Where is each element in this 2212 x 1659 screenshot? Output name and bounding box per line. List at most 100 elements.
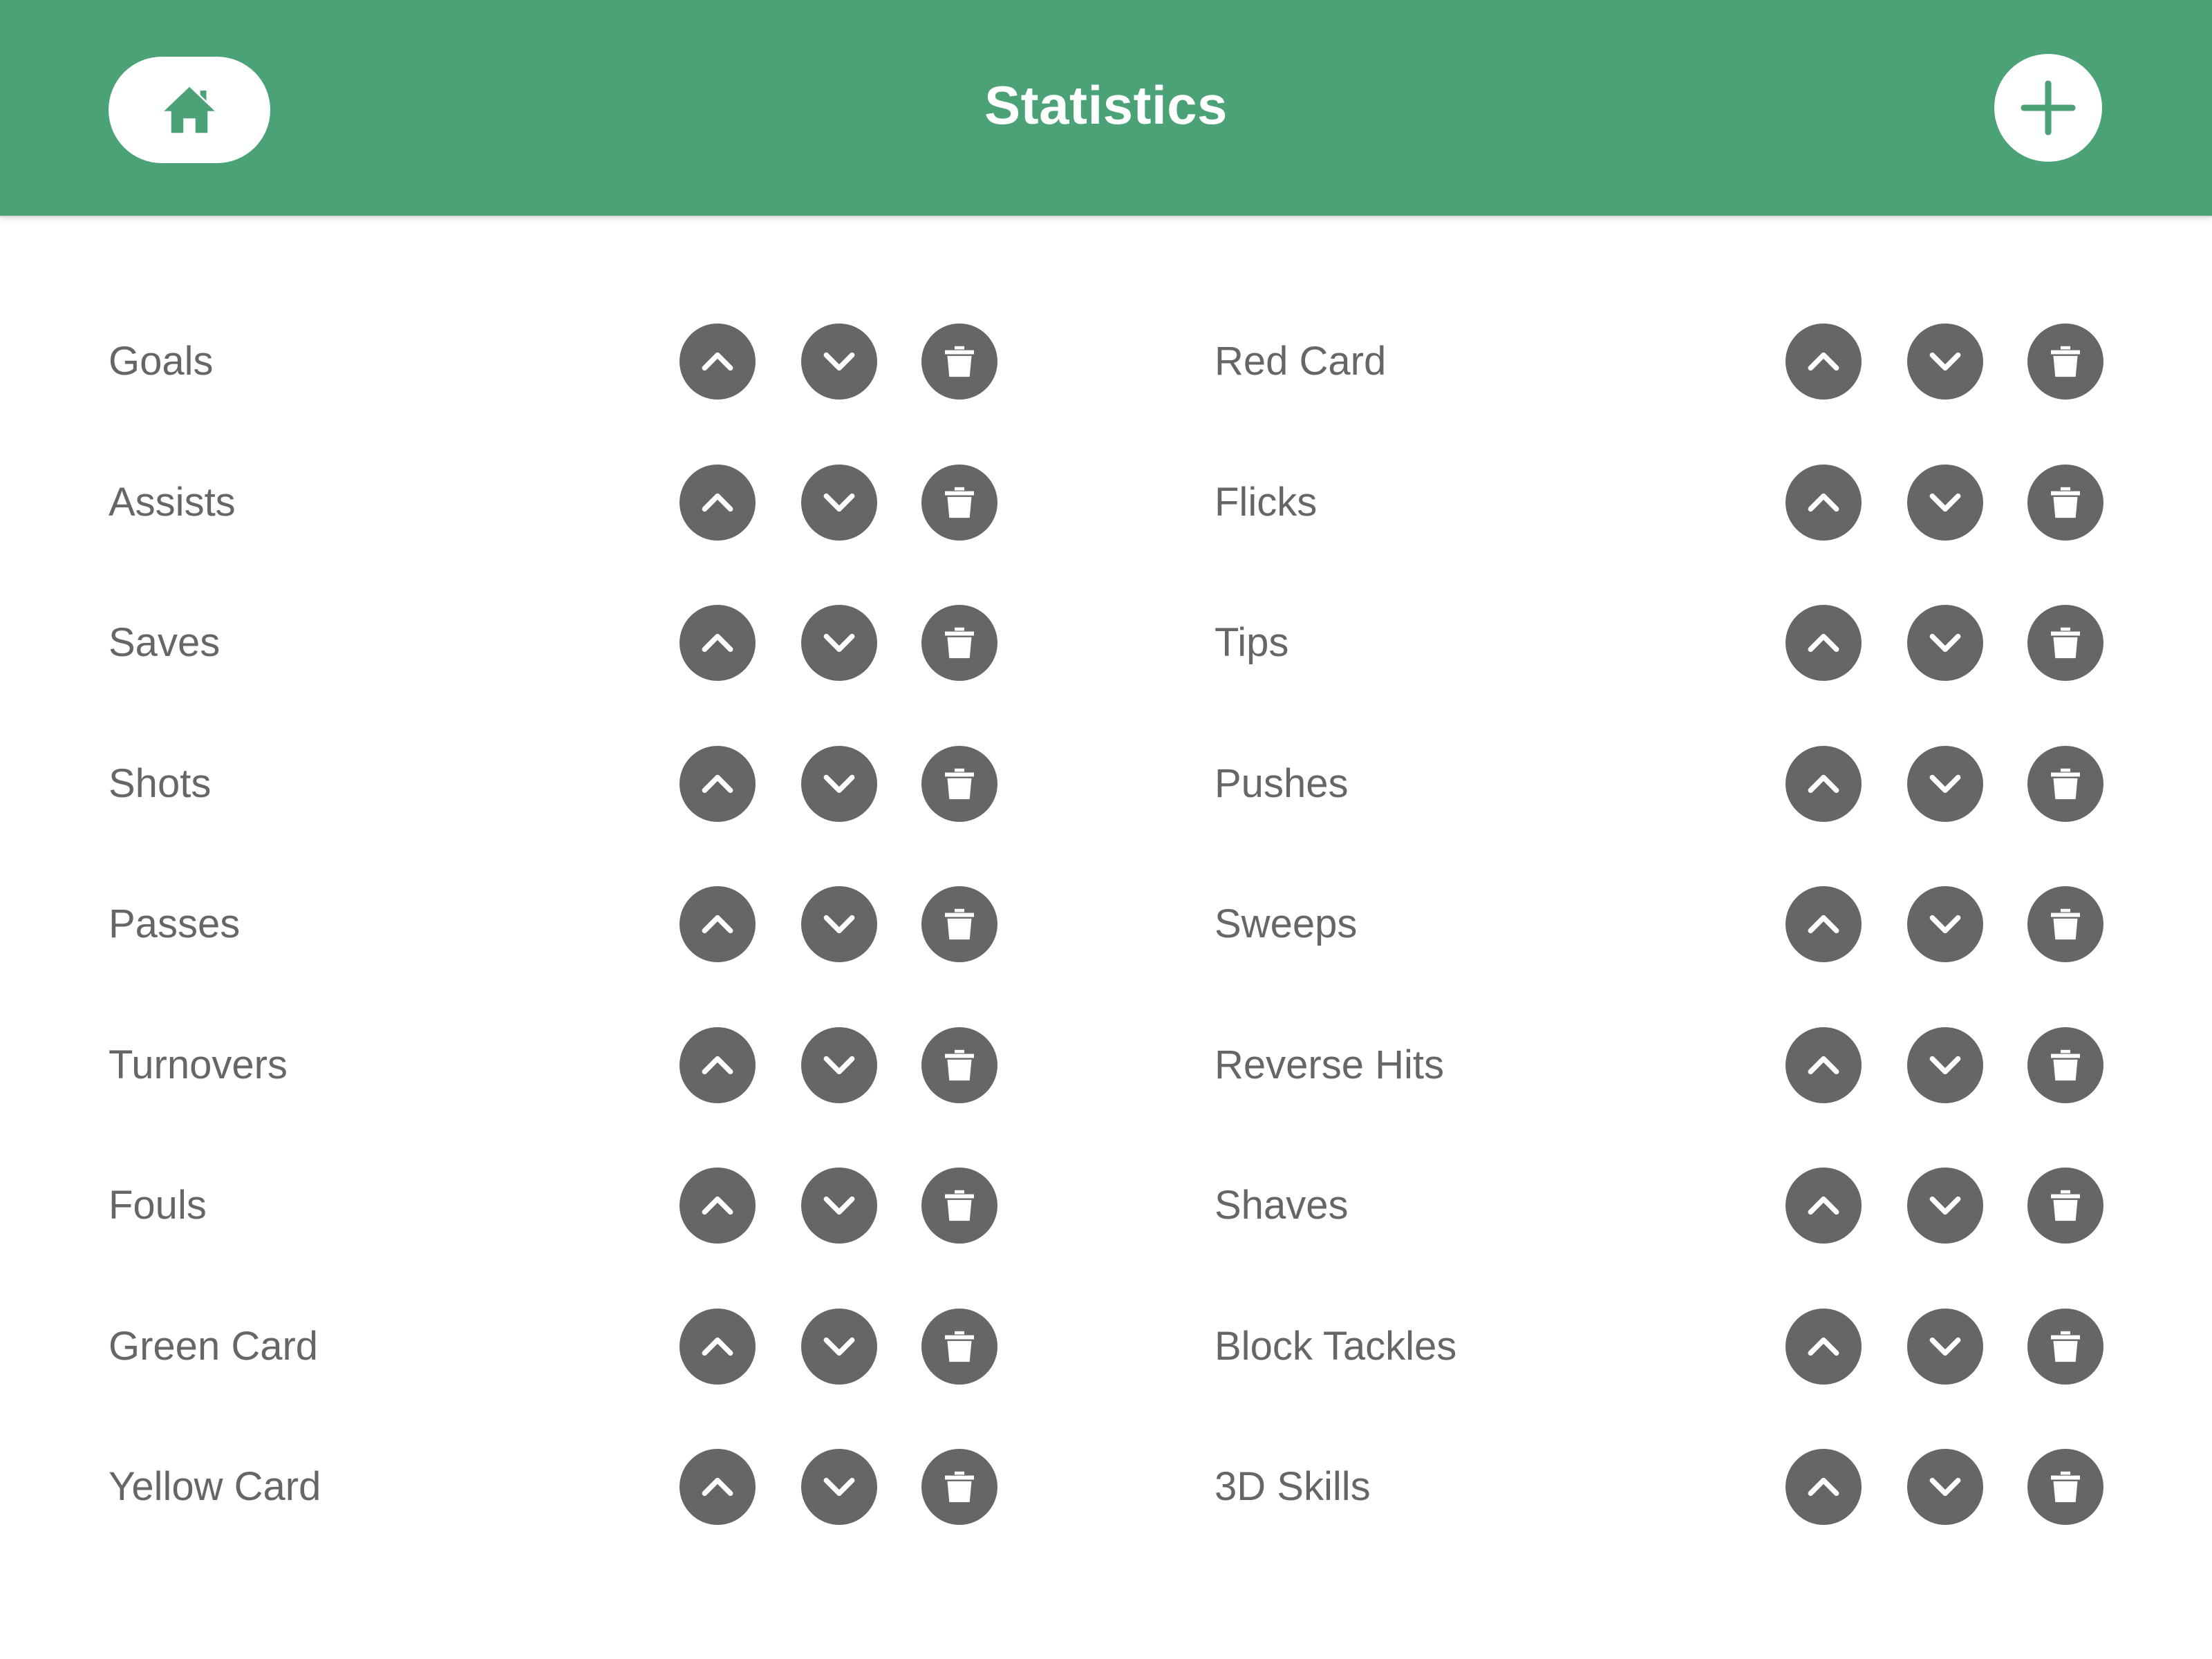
move-down-button[interactable] <box>801 1027 877 1103</box>
delete-button[interactable] <box>921 464 997 541</box>
chevron-up-icon <box>702 493 733 512</box>
delete-button[interactable] <box>921 1168 997 1244</box>
move-down-button[interactable] <box>1907 886 1983 962</box>
move-up-button[interactable] <box>679 1168 756 1244</box>
move-down-button[interactable] <box>1907 1027 1983 1103</box>
move-down-button[interactable] <box>1907 324 1983 400</box>
stat-label: Passes <box>109 901 241 946</box>
delete-button[interactable] <box>2027 1168 2103 1244</box>
stat-row: Red Card <box>1215 288 2210 429</box>
move-down-button[interactable] <box>1907 464 1983 541</box>
stat-label: Goals <box>109 339 214 384</box>
move-down-button[interactable] <box>801 324 877 400</box>
trash-icon <box>945 487 974 518</box>
move-down-button[interactable] <box>801 886 877 962</box>
move-down-button[interactable] <box>801 464 877 541</box>
move-down-button[interactable] <box>1907 745 1983 822</box>
stat-label: Shots <box>109 760 212 806</box>
stat-row: Green Card <box>109 1273 1104 1414</box>
stat-row: Assists <box>109 429 1104 570</box>
move-up-button[interactable] <box>1785 464 1862 541</box>
move-up-button[interactable] <box>679 1308 756 1385</box>
trash-icon <box>2051 768 2080 799</box>
move-up-button[interactable] <box>1785 1449 1862 1525</box>
home-icon <box>164 86 215 133</box>
move-down-button[interactable] <box>801 605 877 681</box>
delete-button[interactable] <box>921 1308 997 1385</box>
move-up-button[interactable] <box>1785 1308 1862 1385</box>
move-up-button[interactable] <box>679 1449 756 1525</box>
move-down-button[interactable] <box>801 745 877 822</box>
move-up-button[interactable] <box>1785 886 1862 962</box>
delete-button[interactable] <box>2027 1449 2103 1525</box>
delete-button[interactable] <box>921 1449 997 1525</box>
chevron-down-icon <box>1929 1477 1961 1497</box>
trash-icon <box>2051 1190 2080 1221</box>
trash-icon <box>945 346 974 377</box>
move-down-button[interactable] <box>801 1308 877 1385</box>
stat-label: Pushes <box>1215 760 1349 806</box>
move-down-button[interactable] <box>801 1168 877 1244</box>
move-up-button[interactable] <box>1785 605 1862 681</box>
delete-button[interactable] <box>921 1027 997 1103</box>
trash-icon <box>2051 1331 2080 1362</box>
stat-row: Reverse Hits <box>1215 991 2210 1132</box>
chevron-down-icon <box>823 633 855 653</box>
move-up-button[interactable] <box>679 464 756 541</box>
delete-button[interactable] <box>921 605 997 681</box>
delete-button[interactable] <box>2027 1308 2103 1385</box>
home-button[interactable] <box>109 57 270 163</box>
chevron-up-icon <box>702 352 733 371</box>
move-up-button[interactable] <box>1785 745 1862 822</box>
chevron-down-icon <box>1929 774 1961 793</box>
chevron-down-icon <box>1929 915 1961 934</box>
chevron-down-icon <box>823 1196 855 1215</box>
app-header: Statistics <box>0 0 2212 217</box>
stat-label: Sweeps <box>1215 901 1358 946</box>
move-up-button[interactable] <box>679 745 756 822</box>
chevron-down-icon <box>1929 1196 1961 1215</box>
move-down-button[interactable] <box>1907 1449 1983 1525</box>
delete-button[interactable] <box>921 745 997 822</box>
delete-button[interactable] <box>2027 605 2103 681</box>
stat-label: Yellow Card <box>109 1464 321 1509</box>
delete-button[interactable] <box>2027 1027 2103 1103</box>
chevron-down-icon <box>823 1337 855 1356</box>
stat-label: Flicks <box>1215 479 1318 525</box>
move-up-button[interactable] <box>1785 1027 1862 1103</box>
move-down-button[interactable] <box>1907 605 1983 681</box>
chevron-up-icon <box>1808 1337 1839 1356</box>
delete-button[interactable] <box>2027 886 2103 962</box>
move-up-button[interactable] <box>1785 324 1862 400</box>
trash-icon <box>2051 346 2080 377</box>
chevron-down-icon <box>1929 352 1961 371</box>
trash-icon <box>2051 627 2080 659</box>
move-up-button[interactable] <box>679 605 756 681</box>
chevron-down-icon <box>823 774 855 793</box>
stat-label: Reverse Hits <box>1215 1042 1444 1087</box>
move-up-button[interactable] <box>679 886 756 962</box>
stat-row: Pushes <box>1215 710 2210 851</box>
chevron-down-icon <box>1929 1337 1961 1356</box>
delete-button[interactable] <box>921 886 997 962</box>
trash-icon <box>945 627 974 659</box>
delete-button[interactable] <box>2027 324 2103 400</box>
delete-button[interactable] <box>2027 745 2103 822</box>
move-down-button[interactable] <box>801 1449 877 1525</box>
delete-button[interactable] <box>921 324 997 400</box>
stat-row: Turnovers <box>109 991 1104 1132</box>
add-stat-button[interactable] <box>1994 54 2102 162</box>
move-up-button[interactable] <box>1785 1168 1862 1244</box>
trash-icon <box>945 908 974 940</box>
chevron-up-icon <box>702 1477 733 1497</box>
stat-label: Block Tackles <box>1215 1323 1457 1369</box>
move-down-button[interactable] <box>1907 1308 1983 1385</box>
move-up-button[interactable] <box>679 1027 756 1103</box>
delete-button[interactable] <box>2027 464 2103 541</box>
chevron-up-icon <box>702 915 733 934</box>
move-up-button[interactable] <box>679 324 756 400</box>
stat-row: Passes <box>109 850 1104 991</box>
move-down-button[interactable] <box>1907 1168 1983 1244</box>
trash-icon <box>2051 908 2080 940</box>
trash-icon <box>2051 487 2080 518</box>
